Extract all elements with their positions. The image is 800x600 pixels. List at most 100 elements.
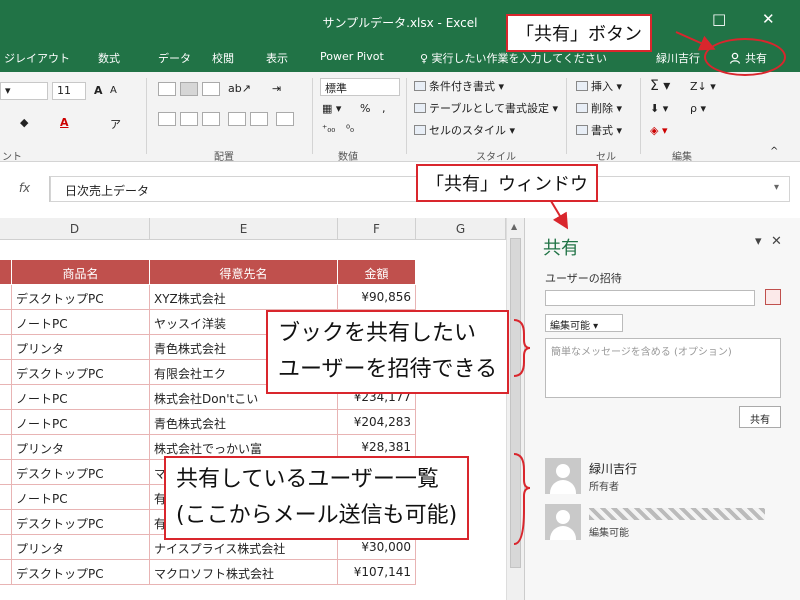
font-name-dropdown[interactable]: ▾ [0,82,48,100]
vertical-scrollbar[interactable]: ▲ [506,218,524,600]
table-cell[interactable]: プリンタ [12,535,150,560]
font-grow-button[interactable]: A [94,84,103,97]
column-header[interactable]: G [416,218,506,240]
table-cell[interactable]: ノートPC [12,310,150,335]
table-cell[interactable]: デスクトップPC [12,510,150,535]
wrap-text-icon[interactable]: ⇥ [272,82,281,95]
format-cells-button[interactable]: 書式 ▾ [576,122,622,138]
font-shrink-button[interactable]: A [110,85,117,96]
align-middle-icon[interactable] [180,82,198,96]
table-header-cell[interactable]: 金額 [338,260,416,285]
table-cell[interactable]: デスクトップPC [12,560,150,585]
tab-formulas[interactable]: 数式 [98,50,120,66]
column-header[interactable]: E [150,218,338,240]
table-cell[interactable]: ¥90,856 [338,285,416,310]
table-cell[interactable] [0,310,12,335]
close-icon[interactable]: ✕ [762,10,775,28]
table-cell[interactable]: ノートPC [12,410,150,435]
table-cell[interactable]: 青色株式会社 [150,410,338,435]
table-cell[interactable] [0,385,12,410]
table-cell[interactable] [0,410,12,435]
shared-user-item[interactable]: 緑川吉行 所有者 [545,458,795,498]
indent-decrease-icon[interactable] [228,112,246,126]
scroll-up-icon[interactable]: ▲ [511,222,517,231]
number-format-dropdown[interactable]: 標準 [320,78,400,96]
address-book-icon[interactable] [765,289,781,305]
column-header[interactable]: D [0,218,150,240]
table-cell[interactable]: ¥107,141 [338,560,416,585]
align-center-icon[interactable] [180,112,198,126]
comma-button[interactable]: , [382,102,386,115]
indent-increase-icon[interactable] [250,112,268,126]
decimal-increase-icon[interactable]: ⁺₀₀ [322,124,335,135]
message-textarea[interactable]: 簡単なメッセージを含める (オプション) [545,338,781,398]
table-cell[interactable] [0,335,12,360]
scroll-thumb[interactable] [510,238,521,568]
autosum-button[interactable]: Σ ▾ [650,78,670,94]
table-cell[interactable] [0,360,12,385]
find-select-button[interactable]: ρ ▾ [690,102,706,115]
expand-formula-icon[interactable]: ▾ [774,182,779,193]
permission-dropdown[interactable]: 編集可能 ▾ [545,314,623,332]
percent-button[interactable]: % [360,102,370,115]
table-cell[interactable]: デスクトップPC [12,360,150,385]
worksheet-grid[interactable]: D E F G 商品名 得意先名 金額 デスクトップPC XYZ株式会社 ¥90,8… [0,218,506,600]
align-bottom-icon[interactable] [202,82,220,96]
phonetic-icon[interactable]: ア [110,116,121,132]
tab-data[interactable]: データ [158,50,191,66]
group-label-editing: 編集 [672,152,692,163]
tab-review[interactable]: 校閲 [212,50,234,66]
currency-icon[interactable]: ▦ ▾ [322,102,341,115]
table-cell[interactable]: ノートPC [12,485,150,510]
delete-cells-button[interactable]: 削除 ▾ [576,100,622,116]
conditional-format-button[interactable]: 条件付き書式 ▾ [414,78,504,94]
table-cell[interactable]: デスクトップPC [12,285,150,310]
font-color-icon[interactable]: A [60,116,69,129]
invite-email-input[interactable] [545,290,755,306]
table-cell[interactable]: プリンタ [12,335,150,360]
table-cell[interactable] [0,510,12,535]
font-size-dropdown[interactable]: 11 [52,82,86,100]
shared-user-item[interactable]: 編集可能 [545,504,795,544]
table-header-cell[interactable]: 商品名 [12,260,150,285]
fx-icon[interactable]: fx [0,176,50,202]
table-cell[interactable] [0,535,12,560]
table-cell[interactable]: マクロソフト株式会社 [150,560,338,585]
align-left-icon[interactable] [158,112,176,126]
table-cell[interactable] [0,460,12,485]
table-cell[interactable] [0,285,12,310]
align-right-icon[interactable] [202,112,220,126]
orientation-icon[interactable]: ab↗ [228,82,251,95]
restore-icon[interactable]: □ [712,10,726,28]
pane-close-icon[interactable]: ✕ [771,234,782,249]
table-cell[interactable] [0,560,12,585]
tell-me-search[interactable]: ♀ 実行したい作業を入力してください [420,50,607,66]
fill-icon[interactable]: ⬇ ▾ [650,102,668,115]
sort-filter-button[interactable]: Z↓ ▾ [690,80,716,93]
decimal-decrease-icon[interactable]: ⁰₀ [346,124,354,135]
fill-color-icon[interactable]: ◆ [20,116,28,129]
insert-cells-button[interactable]: 挿入 ▾ [576,78,622,94]
table-cell[interactable]: デスクトップPC [12,460,150,485]
table-cell[interactable]: プリンタ [12,435,150,460]
collapse-ribbon-icon[interactable]: ^ [770,146,778,157]
tab-view[interactable]: 表示 [266,50,288,66]
share-send-button[interactable]: 共有 [739,406,781,428]
tab-power-pivot[interactable]: Power Pivot [320,50,384,63]
table-cell[interactable] [0,485,12,510]
column-header[interactable]: F [338,218,416,240]
table-cell[interactable]: ノートPC [12,385,150,410]
align-top-icon[interactable] [158,82,176,96]
pane-options-icon[interactable]: ▾ [755,234,762,249]
table-header-cell[interactable] [0,260,12,285]
clear-icon[interactable]: ◈ ▾ [650,124,667,137]
format-as-table-button[interactable]: テーブルとして書式設定 ▾ [414,100,558,116]
table-cell[interactable]: ¥204,283 [338,410,416,435]
merge-center-icon[interactable] [276,112,294,126]
account-name[interactable]: 緑川吉行 [656,50,700,66]
table-cell[interactable]: XYZ株式会社 [150,285,338,310]
cell-style-button[interactable]: セルのスタイル ▾ [414,122,515,138]
table-cell[interactable] [0,435,12,460]
table-header-cell[interactable]: 得意先名 [150,260,338,285]
tab-page-layout[interactable]: ジレイアウト [4,50,70,66]
